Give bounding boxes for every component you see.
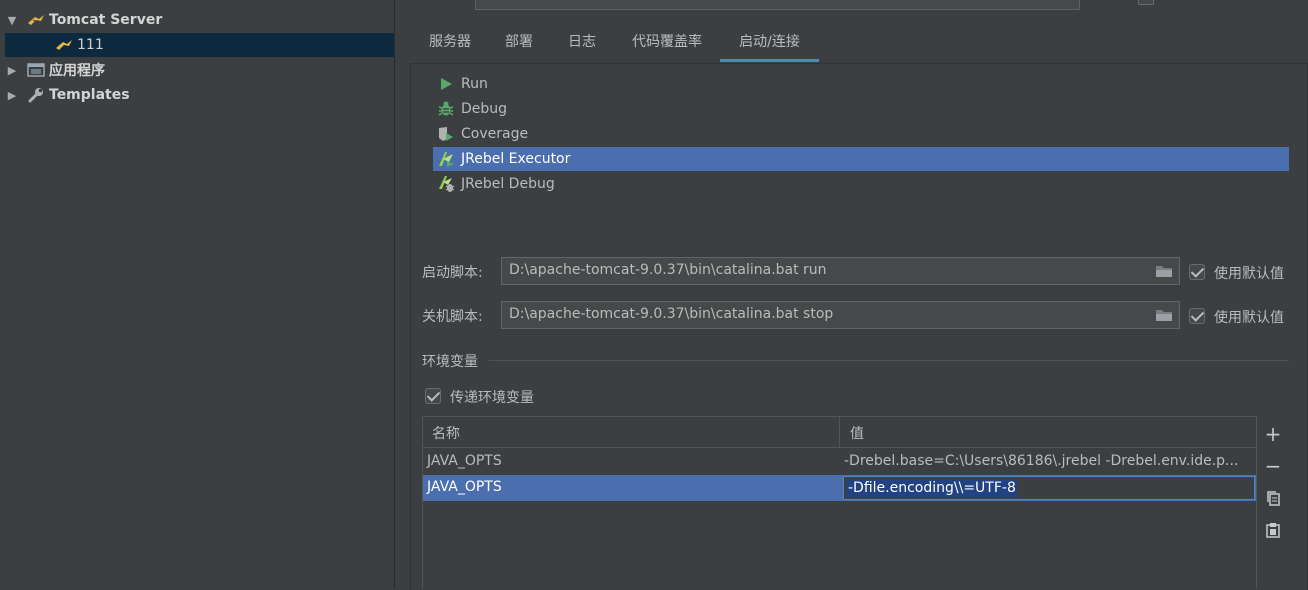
executor-jrebel-debug[interactable]: JRebel Debug: [433, 172, 1289, 196]
application-icon: [27, 62, 45, 78]
copy-icon[interactable]: [1263, 488, 1283, 508]
debug-icon: [435, 99, 457, 119]
column-header-value[interactable]: 值: [850, 423, 864, 443]
startup-script-input[interactable]: [509, 262, 1129, 278]
executor-jrebel[interactable]: JRebel Executor: [433, 147, 1289, 171]
env-value-editor[interactable]: -Dfile.encoding\\=UTF-8: [843, 476, 1255, 500]
expand-arrow-icon[interactable]: ▶: [5, 64, 19, 77]
jrebel-icon: [435, 149, 457, 169]
run-icon: [435, 74, 457, 94]
env-name-cell[interactable]: JAVA_OPTS: [427, 453, 502, 469]
paste-icon[interactable]: [1263, 520, 1283, 540]
executor-coverage[interactable]: Coverage: [433, 122, 1289, 146]
executor-run[interactable]: Run: [433, 72, 1289, 96]
wrench-icon: [27, 87, 45, 103]
shutdown-use-default-checkbox[interactable]: [1189, 308, 1205, 324]
table-row[interactable]: JAVA_OPTS -Drebel.base=C:\Users\86186\.j…: [423, 449, 1256, 475]
remove-button[interactable]: −: [1263, 454, 1283, 478]
executor-debug[interactable]: Debug: [433, 97, 1289, 121]
tomcat-icon: [27, 13, 45, 27]
column-divider[interactable]: [839, 417, 840, 447]
share-checkbox-partial[interactable]: [1138, 0, 1154, 5]
column-header-name[interactable]: 名称: [432, 423, 460, 443]
tab-code-coverage[interactable]: 代码覆盖率: [622, 30, 712, 62]
executor-label: JRebel Debug: [461, 176, 555, 192]
pass-env-checkbox[interactable]: [425, 388, 441, 404]
env-value-cell[interactable]: -Dfile.encoding\\=UTF-8: [847, 479, 1017, 497]
tab-server[interactable]: 服务器: [418, 30, 482, 62]
shutdown-script-input[interactable]: [509, 306, 1129, 322]
tab-startup-connection[interactable]: 启动/连接: [720, 30, 819, 62]
startup-use-default-label: 使用默认值: [1214, 266, 1284, 282]
tree-item-label: 应用程序: [49, 63, 105, 79]
tab-logs[interactable]: 日志: [560, 30, 604, 62]
shutdown-script-label: 关机脚本:: [422, 309, 483, 325]
tab-deployment[interactable]: 部署: [497, 30, 541, 62]
name-field-partial[interactable]: [475, 0, 1080, 10]
tree-item-label: 111: [77, 37, 104, 53]
executor-label: JRebel Executor: [461, 151, 571, 167]
pass-env-label: 传递环境变量: [450, 390, 534, 406]
startup-script-field[interactable]: [501, 257, 1180, 285]
tomcat-icon: [55, 38, 73, 52]
folder-icon[interactable]: [1155, 264, 1173, 282]
coverage-icon: [435, 124, 457, 144]
shutdown-use-default-label: 使用默认值: [1214, 310, 1284, 326]
section-divider: [489, 360, 1289, 361]
tree-item-tomcat-server[interactable]: ▼ Tomcat Server: [5, 8, 394, 32]
env-value-cell[interactable]: -Drebel.base=C:\Users\86186\.jrebel -Dre…: [844, 453, 1254, 469]
tree-item-111[interactable]: 111: [5, 33, 394, 57]
tree-item-applications[interactable]: ▶ 应用程序: [5, 58, 394, 82]
startup-script-label: 启动脚本:: [422, 265, 483, 281]
add-button[interactable]: +: [1263, 422, 1283, 446]
env-name-cell[interactable]: JAVA_OPTS: [427, 479, 502, 495]
expand-arrow-icon[interactable]: ▼: [5, 14, 19, 27]
jrebel-debug-icon: [435, 174, 457, 194]
folder-icon[interactable]: [1155, 308, 1173, 326]
shutdown-script-field[interactable]: [501, 301, 1180, 329]
executor-label: Debug: [461, 101, 508, 117]
tree-item-label: Templates: [49, 87, 130, 103]
tree-item-templates[interactable]: ▶ Templates: [5, 83, 394, 107]
env-section-title: 环境变量: [422, 354, 478, 370]
tree-item-label: Tomcat Server: [49, 12, 163, 28]
executor-label: Coverage: [461, 126, 529, 142]
expand-arrow-icon[interactable]: ▶: [5, 89, 19, 102]
startup-use-default-checkbox[interactable]: [1189, 264, 1205, 280]
executor-label: Run: [461, 76, 488, 92]
